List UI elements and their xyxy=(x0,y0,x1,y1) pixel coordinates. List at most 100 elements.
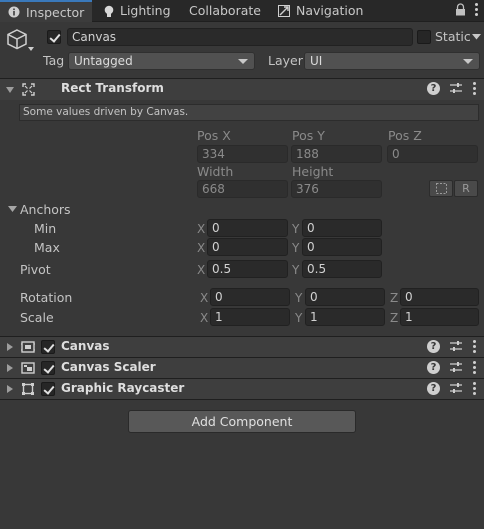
layer-value: UI xyxy=(310,54,323,68)
rotation-x-field[interactable]: 0 xyxy=(210,288,290,306)
help-icon[interactable]: ? xyxy=(427,82,440,95)
canvas-scaler-component-header[interactable]: Canvas Scaler ? xyxy=(0,357,484,378)
chevron-down-icon xyxy=(238,59,248,64)
min-label: Min xyxy=(34,221,57,236)
component-divider xyxy=(0,399,484,400)
context-menu-icon[interactable] xyxy=(472,82,476,95)
width-label: Width xyxy=(197,164,234,179)
pos-x-label: Pos X xyxy=(197,128,231,143)
scale-y-axis: Y xyxy=(295,311,303,325)
raw-edit-button[interactable]: R xyxy=(454,180,478,197)
presets-icon[interactable] xyxy=(450,340,462,352)
presets-icon[interactable] xyxy=(450,82,462,94)
anchors-foldout-icon[interactable] xyxy=(8,206,17,213)
canvas-component-header[interactable]: Canvas ? xyxy=(0,336,484,357)
anchor-min-y-field[interactable]: 0 xyxy=(302,219,382,237)
graphic-raycaster-component-actions: ? xyxy=(427,382,476,395)
tab-navigation[interactable]: Navigation xyxy=(270,0,370,22)
pivot-label: Pivot xyxy=(20,262,51,277)
tab-lighting[interactable]: Lighting xyxy=(96,0,176,22)
tab-actions xyxy=(455,3,478,16)
foldout-arrow-icon[interactable] xyxy=(7,385,13,393)
tab-navigation-label: Navigation xyxy=(296,3,364,18)
graphic-raycaster-icon xyxy=(22,383,34,395)
navigation-icon xyxy=(278,5,290,17)
static-checkbox[interactable] xyxy=(417,30,431,44)
lightbulb-icon xyxy=(104,5,114,17)
graphic-raycaster-enabled-checkbox[interactable] xyxy=(41,382,55,396)
rotation-y-axis: Y xyxy=(295,291,303,305)
canvas-enabled-checkbox[interactable] xyxy=(41,340,55,354)
scale-y-field[interactable]: 1 xyxy=(305,308,385,326)
canvas-scaler-component-actions: ? xyxy=(427,361,476,374)
scale-x-axis: X xyxy=(200,311,209,325)
height-field[interactable]: 376 xyxy=(291,180,382,198)
max-y-axis: Y xyxy=(292,241,300,255)
tag-value: Untagged xyxy=(74,54,133,68)
tag-dropdown[interactable]: Untagged xyxy=(68,52,255,70)
canvas-scaler-icon xyxy=(21,362,35,374)
rect-transform-icon xyxy=(22,83,35,96)
foldout-arrow-icon[interactable] xyxy=(6,87,14,93)
foldout-arrow-icon[interactable] xyxy=(7,343,13,351)
graphic-raycaster-component-header[interactable]: Graphic Raycaster ? xyxy=(0,378,484,399)
pos-y-field[interactable]: 188 xyxy=(291,145,382,163)
scale-z-field[interactable]: 1 xyxy=(400,308,479,326)
anchor-min-x-field[interactable]: 0 xyxy=(207,219,288,237)
info-icon xyxy=(8,6,20,18)
presets-icon[interactable] xyxy=(450,382,462,394)
min-y-axis: Y xyxy=(292,222,300,236)
scale-x-field[interactable]: 1 xyxy=(210,308,290,326)
blueprint-icon xyxy=(435,183,447,194)
pivot-y-field[interactable]: 0.5 xyxy=(302,260,382,278)
active-checkbox[interactable] xyxy=(47,30,61,44)
chevron-down-icon xyxy=(463,59,473,64)
tab-bar: Inspector Lighting Collaborate Navigatio… xyxy=(0,0,484,22)
rect-transform-header[interactable]: Rect Transform ? xyxy=(0,78,484,100)
context-menu-icon[interactable] xyxy=(472,340,476,353)
static-label: Static xyxy=(435,29,471,44)
rotation-y-field[interactable]: 0 xyxy=(305,288,385,306)
context-menu-icon[interactable] xyxy=(472,361,476,374)
foldout-arrow-icon[interactable] xyxy=(7,364,13,372)
help-icon[interactable]: ? xyxy=(427,361,440,374)
tab-inspector[interactable]: Inspector xyxy=(0,0,92,22)
max-x-axis: X xyxy=(197,241,206,255)
canvas-component-actions: ? xyxy=(427,340,476,353)
scale-z-axis: Z xyxy=(390,311,399,325)
static-dropdown-icon[interactable] xyxy=(472,34,481,40)
anchor-max-x-field[interactable]: 0 xyxy=(207,238,288,256)
rotation-label: Rotation xyxy=(20,290,73,305)
pivot-x-field[interactable]: 0.5 xyxy=(207,260,288,278)
max-label: Max xyxy=(34,240,60,255)
anchor-max-y-field[interactable]: 0 xyxy=(302,238,382,256)
add-component-button[interactable]: Add Component xyxy=(128,410,356,433)
anchors-label: Anchors xyxy=(20,202,71,217)
canvas-icon xyxy=(21,341,35,353)
tab-collaborate[interactable]: Collaborate xyxy=(181,0,266,22)
blueprint-mode-button[interactable] xyxy=(429,180,453,197)
tag-label: Tag xyxy=(43,53,65,68)
help-icon[interactable]: ? xyxy=(427,382,440,395)
width-field[interactable]: 668 xyxy=(197,180,288,198)
object-name-input[interactable]: Canvas xyxy=(67,28,413,46)
context-menu-icon[interactable] xyxy=(472,382,476,395)
tab-collaborate-label: Collaborate xyxy=(189,3,261,18)
pos-x-field[interactable]: 334 xyxy=(197,145,288,163)
rotation-z-axis: Z xyxy=(390,291,399,305)
layer-label: Layer xyxy=(268,53,303,68)
help-icon[interactable]: ? xyxy=(427,340,440,353)
pos-z-label: Pos Z xyxy=(388,128,422,143)
rect-transform-actions: ? xyxy=(427,82,476,95)
gameobject-cube-icon[interactable] xyxy=(6,28,34,56)
lock-icon[interactable] xyxy=(455,3,466,16)
presets-icon[interactable] xyxy=(450,361,462,373)
canvas-scaler-enabled-checkbox[interactable] xyxy=(41,361,55,375)
tab-menu-icon[interactable] xyxy=(474,3,478,16)
pos-z-field[interactable]: 0 xyxy=(387,145,478,163)
driven-values-info: Some values driven by Canvas. xyxy=(19,104,479,121)
canvas-component-title: Canvas xyxy=(61,339,110,353)
layer-dropdown[interactable]: UI xyxy=(304,52,480,70)
rotation-z-field[interactable]: 0 xyxy=(400,288,479,306)
min-x-axis: X xyxy=(197,222,206,236)
